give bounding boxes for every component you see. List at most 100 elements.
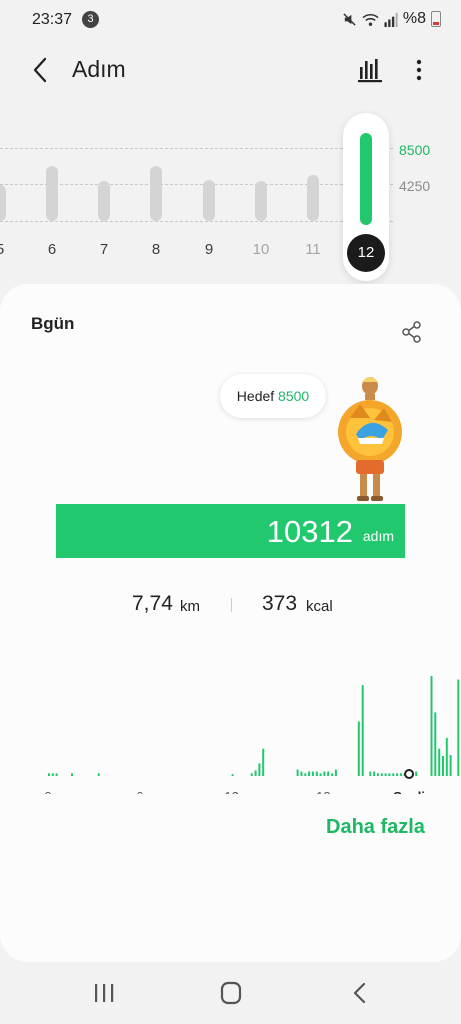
steps-progress-bar: 10312 adım [56,504,405,558]
hourly-steps-chart[interactable]: 0 6 12 18 Şmdi [0,644,461,794]
hour-bar [438,748,441,776]
hour-bar [262,748,265,776]
hour-bar [296,769,299,776]
wifi-icon [362,13,379,26]
hour-bar [399,773,402,776]
day-label: 9 [204,241,214,258]
day-8[interactable]: 8 [136,108,176,278]
day-7[interactable]: 7 [84,108,124,278]
system-nav-bar [0,962,461,1024]
day-11[interactable]: 11 [293,108,333,278]
day-bar [255,181,267,221]
x-tick-label: 0 [44,789,51,794]
selected-day-bar [360,133,372,225]
battery-percent: %8 [402,10,426,27]
bar-chart-icon[interactable] [357,56,385,84]
signal-icon [384,12,398,27]
hour-bar [334,769,337,776]
hour-bar [357,721,360,776]
x-tick-label: 6 [136,789,143,794]
day-10[interactable]: 10 [241,108,281,278]
hour-bar [315,771,318,776]
recents-icon[interactable] [90,980,118,1006]
status-icons: %8 [342,10,441,28]
chevron-left-icon[interactable] [26,54,56,86]
calories-value: 373 [262,592,298,615]
selected-day-12[interactable]: 12 [343,113,389,281]
hour-bar [254,770,257,776]
running-mascot-icon [338,377,402,501]
hour-bar [442,756,444,776]
share-icon[interactable] [401,320,423,344]
hour-bar [373,771,376,776]
day-9[interactable]: 9 [189,108,229,278]
goal-bubble: Hedef 8500 [220,374,326,418]
hour-bar [51,773,54,776]
hour-bar [380,773,383,776]
hour-bar [392,773,395,776]
steps-unit: adım [362,528,394,544]
hour-bar [48,773,50,776]
hour-bar [250,773,253,776]
mute-icon [343,12,356,26]
hour-bar [323,771,326,776]
hour-bar [430,676,433,776]
x-tick-label: Şmdi [393,789,425,794]
hour-bar [97,773,100,776]
page-title: Adım [72,56,126,82]
day-bar [46,166,58,221]
distance-unit: km [180,598,200,615]
notification-count-badge: 3 [82,11,99,28]
hour-bar [327,771,330,776]
day-bar [307,174,319,221]
day-label: 11 [305,241,321,258]
hour-bar [258,763,261,776]
hour-bar [445,737,448,776]
app-header: Adım [0,40,461,100]
scale-goal-label: 8500 [399,142,431,158]
hour-bar [55,773,58,776]
home-icon[interactable] [217,980,245,1006]
day-bar [150,166,162,221]
hour-bar [449,755,452,776]
scale-half-label: 4250 [399,178,431,194]
hour-bar [388,773,391,776]
more-details-link[interactable]: Daha fazla [326,816,425,839]
calories-unit: kcal [306,598,333,615]
day-bar [0,184,6,221]
more-vertical-icon[interactable] [406,56,432,84]
hour-bar [457,679,460,776]
daily-steps-strip[interactable]: 5 6 7 8 9 10 11 12 8500 4250 [0,108,461,281]
hour-bar [331,773,334,776]
back-arrow-icon[interactable] [346,980,374,1006]
goal-value: 8500 [278,388,310,404]
day-bar [203,179,215,221]
goal-label: Hedef [236,388,275,404]
hour-bar [369,771,372,776]
hour-bar [434,712,437,776]
day-label: 7 [99,241,109,258]
hour-bar [319,773,322,776]
stats-row: 7,74 km 373 kcal [0,592,461,624]
hour-bar [300,771,303,776]
stats-divider [231,598,232,612]
hour-bar [384,773,387,776]
day-6[interactable]: 6 [32,108,72,278]
hour-bar [71,773,73,776]
status-time: 23:37 [32,11,73,28]
distance-value: 7,74 [132,592,173,615]
hour-bar [415,771,418,776]
day-5[interactable]: 5 [0,108,20,278]
hour-bar [376,773,379,776]
hour-bar [311,771,314,776]
today-card: Bgün Hedef 8500 10312 adım 7,74 km 373 k… [0,284,461,962]
hour-bar [308,771,311,776]
day-label: 5 [0,241,20,258]
hour-bar [396,773,399,776]
day-label: 10 [252,241,270,258]
day-label: 6 [47,241,57,258]
x-tick-label: 12 [224,789,238,794]
hour-bar [361,685,364,776]
steps-count: 10312 [266,514,353,549]
hour-bar [231,774,234,776]
